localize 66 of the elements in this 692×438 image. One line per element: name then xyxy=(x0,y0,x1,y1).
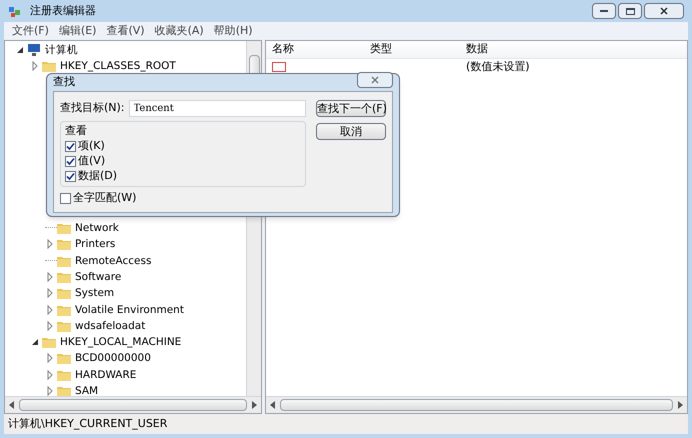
menu-item[interactable]: 文件(F) xyxy=(12,22,49,40)
tree-item[interactable]: Software xyxy=(75,270,122,283)
cancel-button[interactable]: 取消 xyxy=(316,122,386,140)
search-target-field[interactable]: Tencent xyxy=(128,100,306,116)
tree-item[interactable]: wdsafeloadat xyxy=(75,320,146,332)
find-next-button[interactable]: 查找下一个(F) xyxy=(316,100,386,116)
horizontal-scrollbar[interactable] xyxy=(266,396,687,413)
app-icon xyxy=(8,4,22,18)
computer-icon xyxy=(27,44,41,56)
tree-item[interactable]: System xyxy=(75,287,114,300)
checkbox-label[interactable]: 项(K) xyxy=(78,138,105,155)
scroll-thumb[interactable] xyxy=(280,399,673,411)
folder-icon xyxy=(57,352,71,364)
field-label: 查找目标(N): xyxy=(60,100,125,116)
scroll-left-icon[interactable] xyxy=(270,401,276,409)
scroll-right-icon[interactable] xyxy=(677,401,683,409)
checkbox[interactable] xyxy=(65,141,76,152)
menu-item[interactable]: 查看(V) xyxy=(106,22,145,40)
checkbox[interactable] xyxy=(65,156,76,167)
tree-item[interactable]: 计算机 xyxy=(45,44,78,56)
tree-item[interactable]: HKEY_LOCAL_MACHINE xyxy=(60,336,182,348)
close-icon xyxy=(371,76,379,84)
dialog-title: 查找 xyxy=(53,74,75,90)
folder-icon xyxy=(57,287,71,300)
status-text: 计算机\HKEY_CURRENT_USER xyxy=(8,416,168,432)
tree-item[interactable]: Network xyxy=(75,222,119,234)
folder-icon xyxy=(57,368,71,381)
checkbox[interactable] xyxy=(60,193,71,204)
tree-item[interactable]: Volatile Environment xyxy=(75,304,184,316)
menu-item[interactable]: 编辑(E) xyxy=(58,22,96,40)
folder-icon xyxy=(57,320,71,332)
folder-icon xyxy=(57,304,71,316)
checkbox-label[interactable]: 全字匹配(W) xyxy=(73,190,136,207)
checkbox[interactable] xyxy=(65,171,76,182)
folder-icon xyxy=(57,238,71,250)
checkbox-label[interactable]: 数据(D) xyxy=(78,168,118,185)
minimize-button[interactable] xyxy=(592,3,616,19)
folder-icon xyxy=(42,60,56,72)
table-cell-text: (数值未设置) xyxy=(465,58,530,75)
tree-item[interactable]: Printers xyxy=(75,238,116,250)
tree-item[interactable]: BCD00000000 xyxy=(75,352,151,364)
scroll-right-icon[interactable] xyxy=(251,401,257,409)
tree-item[interactable]: SAM xyxy=(75,385,98,396)
folder-icon xyxy=(42,336,56,348)
column-header[interactable]: 名称 xyxy=(266,41,364,58)
tree-item[interactable]: HKEY_CLASSES_ROOT xyxy=(60,60,176,72)
close-icon xyxy=(660,7,668,15)
menu-item[interactable]: 收藏夹(A) xyxy=(154,22,204,40)
column-header[interactable]: 数据 xyxy=(460,41,556,58)
folder-icon xyxy=(57,385,71,396)
scroll-thumb[interactable] xyxy=(19,399,247,411)
tree-item[interactable]: HARDWARE xyxy=(75,368,136,381)
checkbox-label[interactable]: 值(V) xyxy=(78,153,106,170)
menu-item[interactable]: 帮助(H) xyxy=(214,22,253,40)
folder-icon xyxy=(57,254,71,267)
window-title: 注册表编辑器 xyxy=(30,2,96,19)
horizontal-scrollbar[interactable] xyxy=(5,396,261,413)
group-title: 查看 xyxy=(65,124,87,136)
scroll-left-icon[interactable] xyxy=(9,401,15,409)
maximize-button[interactable] xyxy=(618,3,642,19)
folder-icon xyxy=(57,222,71,234)
tree-item[interactable]: RemoteAccess xyxy=(75,254,152,267)
dialog-close-button[interactable] xyxy=(357,72,393,88)
column-header[interactable]: 类型 xyxy=(364,41,460,58)
close-button[interactable] xyxy=(644,3,684,19)
folder-icon xyxy=(57,270,71,283)
